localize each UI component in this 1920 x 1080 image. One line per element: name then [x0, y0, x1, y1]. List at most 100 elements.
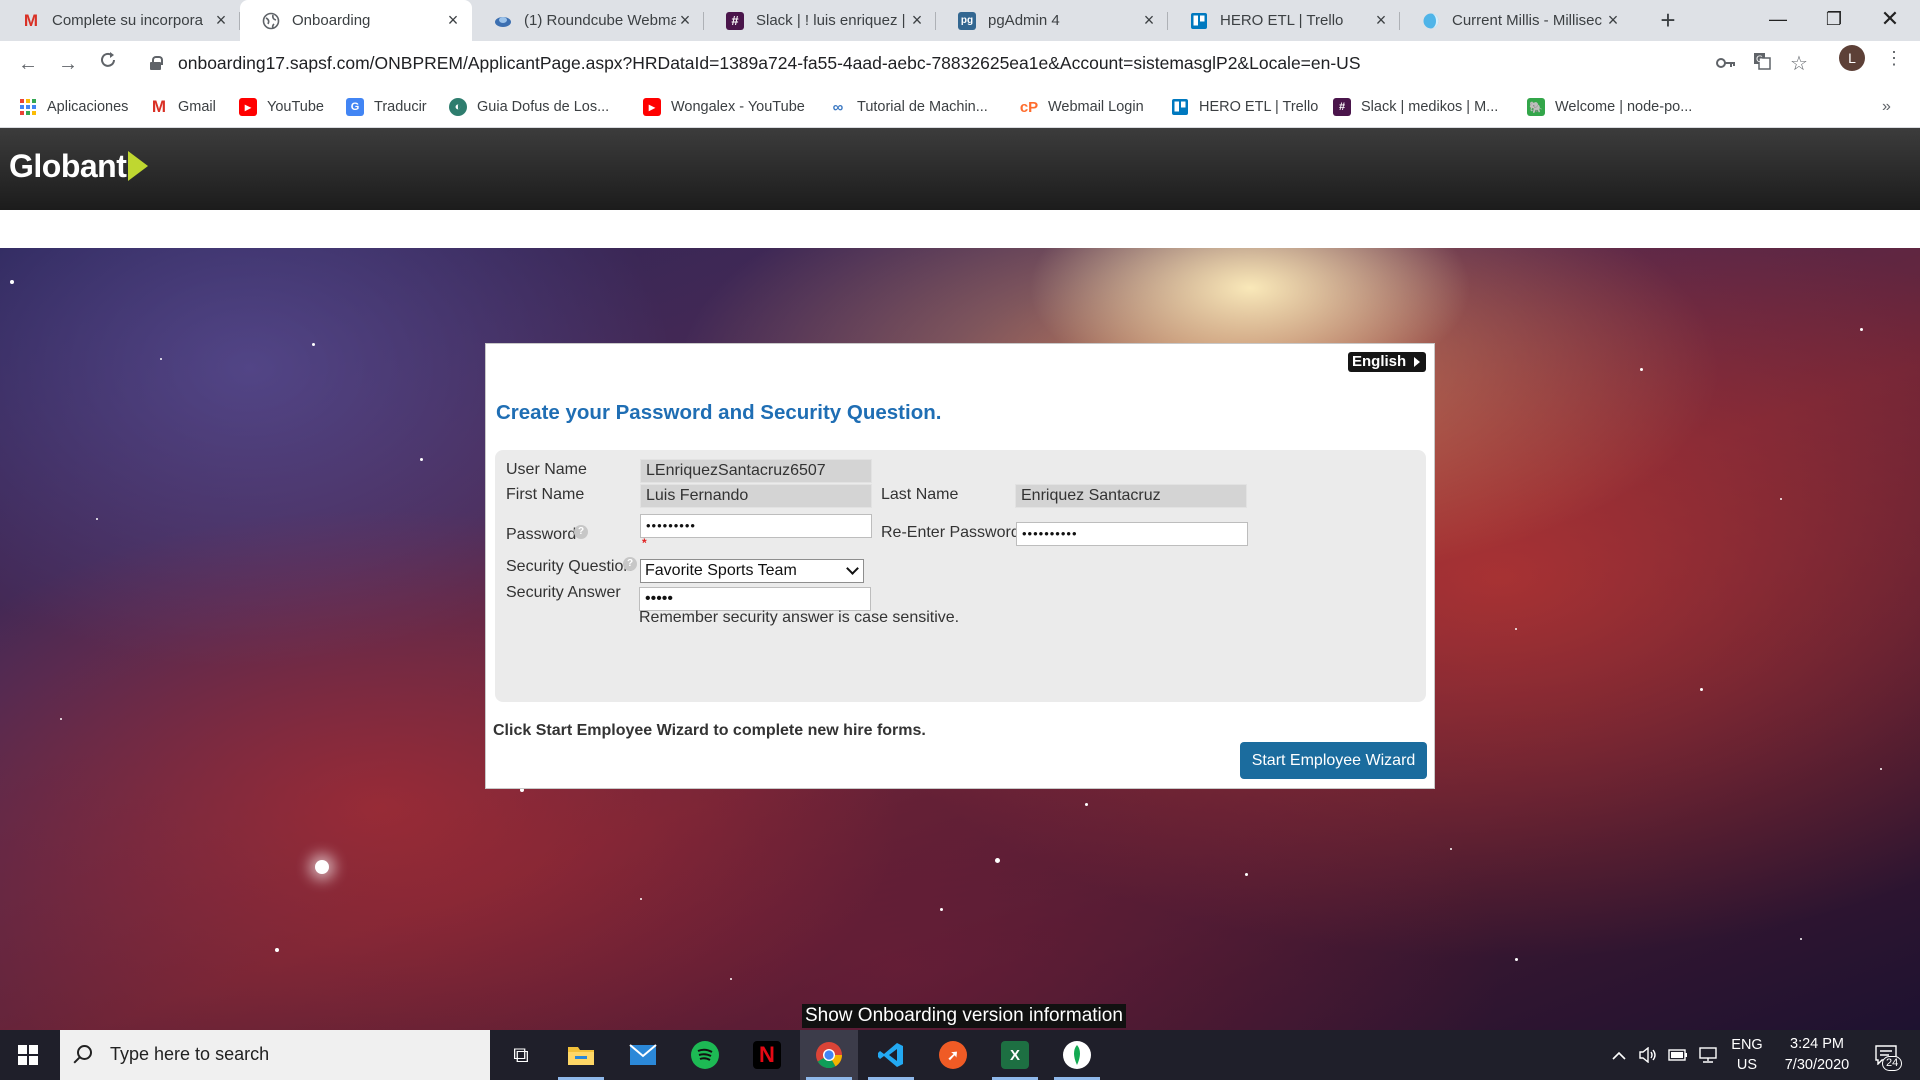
bookmarks-overflow-button[interactable]: »: [1882, 87, 1891, 127]
close-icon[interactable]: ×: [1140, 10, 1158, 31]
security-question-help-icon[interactable]: ?: [623, 557, 637, 571]
minimize-button[interactable]: —: [1750, 0, 1806, 41]
bookmark-webmail[interactable]: cP Webmail Login: [1020, 87, 1144, 127]
tab-title: pgAdmin 4: [988, 12, 1060, 29]
password-input[interactable]: •••••••••: [640, 514, 872, 538]
tab-current-millis[interactable]: Current Millis - Millisec ×: [1400, 0, 1632, 41]
menu-kebab-icon[interactable]: ⋮: [1884, 45, 1904, 71]
bookmark-guia-dofus[interactable]: ◐ Guia Dofus de Los...: [449, 87, 609, 127]
close-icon[interactable]: ×: [444, 10, 462, 31]
security-answer-input[interactable]: •••••: [639, 587, 871, 611]
forward-button[interactable]: →: [54, 50, 82, 78]
chrome-button[interactable]: [800, 1030, 858, 1080]
pgadmin-icon: pg: [958, 11, 976, 30]
bookmark-label: Slack | medikos | M...: [1361, 99, 1499, 115]
translate-icon[interactable]: G: [1750, 52, 1774, 76]
reload-button[interactable]: [94, 50, 122, 78]
volume-icon[interactable]: [1634, 1030, 1662, 1080]
bookmark-label: Gmail: [178, 99, 216, 115]
tab-slack[interactable]: # Slack | ! luis enriquez | ×: [704, 0, 936, 41]
youtube-icon: ▶: [643, 98, 661, 116]
bookmark-gmail[interactable]: M Gmail: [150, 87, 216, 127]
bookmark-hero-etl[interactable]: HERO ETL | Trello: [1171, 87, 1318, 127]
roundcube-icon: [494, 12, 512, 30]
mail-button[interactable]: [614, 1030, 672, 1080]
excel-button[interactable]: X: [986, 1030, 1044, 1080]
security-question-select[interactable]: Favorite Sports Team: [640, 559, 864, 583]
required-marker: *: [642, 536, 647, 550]
battery-icon[interactable]: [1664, 1030, 1692, 1080]
chevron-up-icon: [1612, 1051, 1626, 1060]
youtube-icon: ▶: [239, 98, 257, 116]
tab-trello[interactable]: HERO ETL | Trello ×: [1168, 0, 1400, 41]
bookmark-star-icon[interactable]: ☆: [1787, 52, 1811, 76]
tab-title: Current Millis - Millisec: [1452, 12, 1603, 29]
globant-logo[interactable]: Globant: [9, 148, 149, 185]
new-tab-button[interactable]: +: [1652, 4, 1684, 36]
network-icon[interactable]: [1694, 1030, 1722, 1080]
clock-date[interactable]: 7/30/2020: [1772, 1057, 1862, 1073]
reenter-password-input[interactable]: ••••••••••: [1016, 522, 1248, 546]
clock-time[interactable]: 3:24 PM: [1772, 1036, 1862, 1052]
wizard-instruction: Click Start Employee Wizard to complete …: [493, 722, 926, 739]
bookmark-youtube[interactable]: ▶ YouTube: [239, 87, 324, 127]
close-icon[interactable]: ×: [212, 10, 230, 31]
vscode-button[interactable]: [862, 1030, 920, 1080]
file-explorer-button[interactable]: [552, 1030, 610, 1080]
windows-start-icon[interactable]: [18, 1045, 38, 1065]
password-help-icon[interactable]: ?: [574, 525, 588, 539]
window-close-button[interactable]: ✕: [1862, 0, 1918, 41]
security-question-label: Security Question: [506, 558, 633, 575]
mongodb-compass-button[interactable]: [1048, 1030, 1106, 1080]
gmail-icon: M: [23, 10, 39, 30]
tab-roundcube[interactable]: (1) Roundcube Webma ×: [472, 0, 704, 41]
back-button[interactable]: ←: [14, 50, 42, 78]
address-bar[interactable]: onboarding17.sapsf.com/ONBPREM/Applicant…: [136, 47, 1896, 81]
bookmark-label: Welcome | node-po...: [1555, 99, 1693, 115]
netflix-button[interactable]: N: [738, 1030, 796, 1080]
vscode-icon: [877, 1041, 905, 1069]
input-language-line2[interactable]: US: [1730, 1057, 1764, 1073]
browser-tab-strip: M Complete su incorpora × Onboarding × (…: [0, 0, 1920, 41]
close-icon[interactable]: ×: [1372, 10, 1390, 31]
bookmark-node-postgres[interactable]: 🐘 Welcome | node-po...: [1527, 87, 1692, 127]
bookmarks-bar: Aplicaciones M Gmail ▶ YouTube G Traduci…: [0, 87, 1920, 128]
bookmark-label: Tutorial de Machin...: [857, 99, 988, 115]
bookmark-aplicaciones[interactable]: Aplicaciones: [19, 87, 128, 127]
key-icon[interactable]: [1714, 52, 1738, 76]
bookmark-wongalex[interactable]: ▶ Wongalex - YouTube: [643, 87, 805, 127]
restore-button[interactable]: ❐: [1806, 0, 1862, 41]
postman-button[interactable]: ➚: [924, 1030, 982, 1080]
bookmark-label: HERO ETL | Trello: [1199, 99, 1319, 115]
last-name-label: Last Name: [881, 486, 959, 503]
spotify-button[interactable]: [676, 1030, 734, 1080]
link-icon: ∞: [832, 98, 844, 116]
notification-center-button[interactable]: 24: [1866, 1030, 1906, 1080]
version-info-link[interactable]: Show Onboarding version information: [802, 1004, 1126, 1028]
language-button[interactable]: English: [1348, 352, 1426, 372]
tab-pgadmin[interactable]: pg pgAdmin 4 ×: [936, 0, 1168, 41]
start-employee-wizard-button[interactable]: Start Employee Wizard: [1240, 742, 1427, 779]
mail-icon: [629, 1041, 657, 1069]
search-icon: [77, 1045, 92, 1060]
bookmark-traducir[interactable]: G Traducir: [346, 87, 427, 127]
tab-gmail[interactable]: M Complete su incorpora ×: [0, 0, 240, 41]
notification-count-badge: 24: [1882, 1056, 1903, 1071]
bookmark-tutorial[interactable]: ∞ Tutorial de Machin...: [829, 87, 988, 127]
tab-onboarding[interactable]: Onboarding ×: [240, 0, 472, 41]
url-text[interactable]: onboarding17.sapsf.com/ONBPREM/Applicant…: [178, 53, 1361, 74]
bookmark-label: Traducir: [374, 99, 427, 115]
task-view-button[interactable]: ⧉: [492, 1030, 550, 1080]
trello-icon: [1190, 12, 1208, 30]
tab-title: HERO ETL | Trello: [1220, 12, 1344, 29]
lock-icon: [150, 56, 163, 70]
bookmark-slack-medikos[interactable]: # Slack | medikos | M...: [1333, 87, 1498, 127]
input-language-line1[interactable]: ENG: [1730, 1037, 1764, 1053]
show-hidden-icons-button[interactable]: [1606, 1030, 1632, 1080]
close-icon[interactable]: ×: [676, 10, 694, 31]
taskbar-search[interactable]: Type here to search: [60, 1030, 490, 1080]
close-icon[interactable]: ×: [908, 10, 926, 31]
site-header: Globant: [0, 128, 1920, 210]
avatar[interactable]: L: [1839, 45, 1865, 71]
close-icon[interactable]: ×: [1604, 10, 1622, 31]
